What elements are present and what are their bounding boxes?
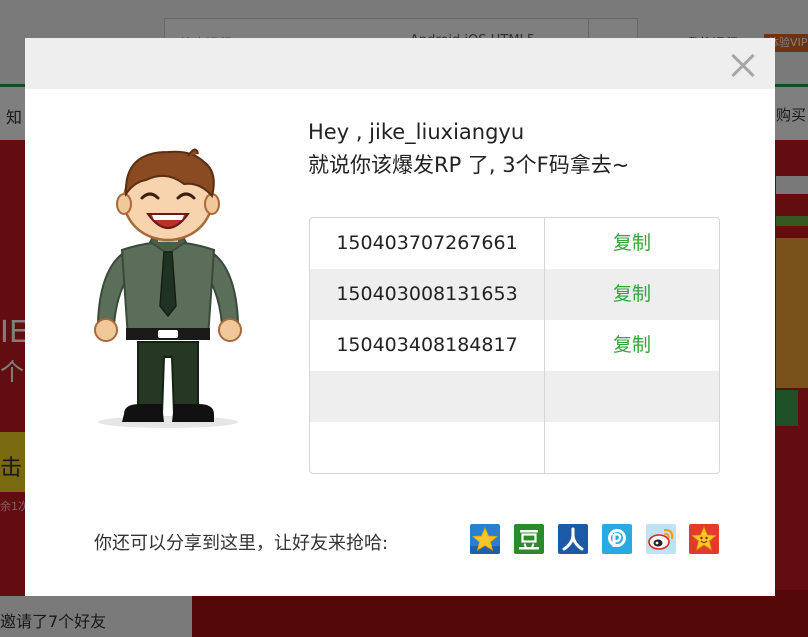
qzone-icon[interactable] xyxy=(470,524,500,554)
copy-button[interactable]: 复制 xyxy=(545,320,719,371)
weibo-icon[interactable] xyxy=(646,524,676,554)
modal-header xyxy=(25,38,775,89)
column-divider xyxy=(544,218,545,473)
table-row xyxy=(310,371,719,422)
fcode-value: 150403707267661 xyxy=(336,232,518,254)
fcode-value xyxy=(310,371,544,422)
fcode-value xyxy=(310,422,544,473)
douban-icon[interactable] xyxy=(514,524,544,554)
greeting-message: 就说你该爆发RP 了, 3个F码拿去~ xyxy=(308,153,630,177)
renren-icon[interactable] xyxy=(558,524,588,554)
pengyou-icon[interactable] xyxy=(689,524,719,554)
copy-button xyxy=(545,371,719,422)
table-row: 150403707267661 复制 xyxy=(310,218,719,269)
fcode-value: 150403408184817 xyxy=(336,334,518,356)
fcode-modal: Hey , jike_liuxiangyu 就说你该爆发RP 了, 3个F码拿去… xyxy=(25,38,775,596)
table-row: 150403408184817 复制 xyxy=(310,320,719,371)
share-prompt: 你还可以分享到这里，让好友来抢哈: xyxy=(94,533,389,554)
kaixin-icon[interactable] xyxy=(602,524,632,554)
table-row xyxy=(310,422,719,473)
copy-button[interactable]: 复制 xyxy=(545,269,719,320)
fcode-value: 150403008131653 xyxy=(336,283,518,305)
mascot-illustration xyxy=(94,148,242,428)
copy-button[interactable]: 复制 xyxy=(545,218,719,269)
close-icon[interactable] xyxy=(725,48,761,84)
fcode-table: 150403707267661 复制 150403008131653 复制 15… xyxy=(309,217,720,474)
greeting-username: Hey , jike_liuxiangyu xyxy=(308,120,525,144)
copy-button xyxy=(545,422,719,473)
table-row: 150403008131653 复制 xyxy=(310,269,719,320)
